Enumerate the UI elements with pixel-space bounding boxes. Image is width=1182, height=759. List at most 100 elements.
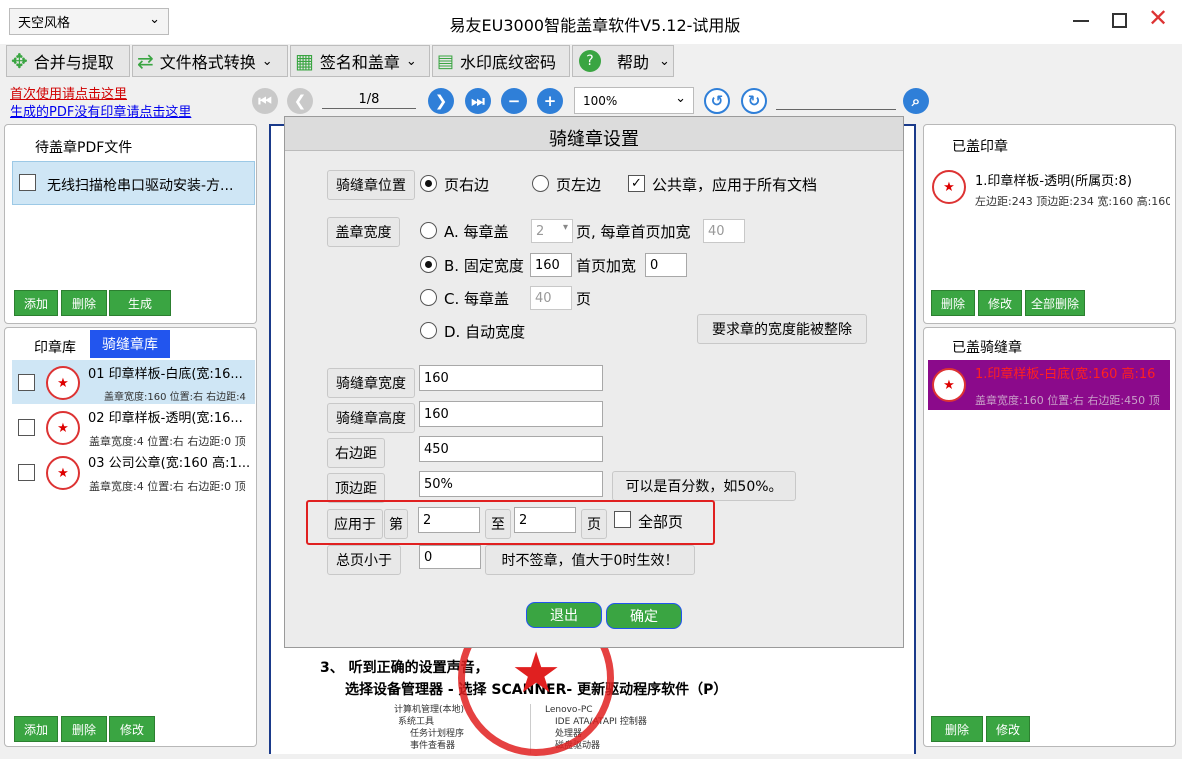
tab-stamps[interactable]: 印章库 <box>28 337 82 357</box>
stamp-checkbox-2[interactable] <box>18 419 35 436</box>
opt-a-extra-input[interactable]: 40 <box>703 219 745 243</box>
opt-b-radio[interactable] <box>420 256 437 273</box>
stamp-modify-button[interactable]: 修改 <box>109 716 155 742</box>
search-icon: ⌕ <box>911 92 921 110</box>
pdf-panel-title: 待盖章PDF文件 <box>35 140 133 156</box>
pos-left-radio[interactable] <box>532 175 549 192</box>
table-icon: ▦ <box>295 49 314 73</box>
right-margin-label: 右边距 <box>327 438 385 468</box>
opt-c-radio[interactable] <box>420 289 437 306</box>
maximize-icon[interactable] <box>1112 13 1127 28</box>
style-select-value: 天空风格 <box>18 16 71 31</box>
stamp-detail-3: 盖章宽度:4 位置:右 右边距:0 顶 <box>89 480 246 493</box>
opt-a-pages-select[interactable]: 2 ▾ <box>531 219 573 243</box>
format-convert-menu[interactable]: ⇄ 文件格式转换 ⌄ <box>132 45 288 77</box>
pos-right-label: 页右边 <box>444 176 490 194</box>
zoom-select[interactable]: 100% ⌄ <box>574 87 694 114</box>
stamped-delete-button[interactable]: 删除 <box>931 290 975 316</box>
right-margin-input[interactable]: 450 <box>419 436 603 462</box>
first-use-link[interactable]: 首次使用请点击这里 <box>10 83 127 102</box>
seam-height-label: 骑缝章高度 <box>327 403 415 433</box>
stamp-title-1[interactable]: 01 印章样板-白底(宽:16... <box>88 363 243 382</box>
zoom-value: 100% <box>583 93 618 108</box>
stamped-item-detail: 左边距:243 顶边距:234 宽:160 高:160 <box>975 195 1170 208</box>
seam-thumbnail: ★ <box>932 368 966 402</box>
prev-page-button[interactable]: ❮ <box>287 88 313 114</box>
stamp-detail-2: 盖章宽度:4 位置:右 右边距:0 顶 <box>89 435 246 448</box>
opt-c-unit: 页 <box>576 290 592 308</box>
ok-button[interactable]: 确定 <box>606 603 682 629</box>
first-page-button[interactable]: ⏮ <box>252 88 278 114</box>
next-page-button[interactable]: ❯ <box>428 88 454 114</box>
stamped-modify-button[interactable]: 修改 <box>978 290 1022 316</box>
watermark-menu[interactable]: ▤ 水印底纹密码 <box>432 45 570 77</box>
public-stamp-checkbox[interactable]: ✓ <box>628 175 645 192</box>
tab-seam-stamps[interactable]: 骑缝章库 <box>90 330 170 358</box>
pdf-generate-button[interactable]: 生成 <box>109 290 171 316</box>
opt-a-label: A. 每章盖 <box>444 223 509 241</box>
no-stamp-link[interactable]: 生成的PDF没有印章请点击这里 <box>10 101 191 120</box>
chevron-down-icon: ⌄ <box>261 53 273 69</box>
sign-stamp-menu[interactable]: ▦ 签名和盖章 ⌄ <box>290 45 430 77</box>
opt-b-extra-input[interactable]: 0 <box>645 253 687 277</box>
stamp-add-button[interactable]: 添加 <box>14 716 58 742</box>
zoom-out-button[interactable]: − <box>501 88 527 114</box>
merge-extract-menu[interactable]: ✥ 合并与提取 <box>6 45 130 77</box>
merge-label: 合并与提取 <box>33 53 114 72</box>
opt-d-label: D. 自动宽度 <box>444 323 526 341</box>
divisible-button[interactable]: 要求章的宽度能被整除 <box>697 314 867 344</box>
document-icon: ▤ <box>437 50 455 72</box>
opt-a-pages-value: 2 <box>536 223 545 239</box>
minimize-icon[interactable] <box>1073 20 1089 22</box>
top-margin-label: 顶边距 <box>327 473 385 503</box>
opt-a-unit: 页, 每章首页加宽 <box>576 223 691 241</box>
pdf-delete-button[interactable]: 删除 <box>61 290 107 316</box>
seam-delete-button[interactable]: 删除 <box>931 716 983 742</box>
stamped-item-title[interactable]: 1.印章样板-透明(所属页:8) <box>975 170 1132 189</box>
stamp-title-2[interactable]: 02 印章样板-透明(宽:16... <box>88 407 243 426</box>
stamp-checkbox-3[interactable] <box>18 464 35 481</box>
search-button[interactable]: ⌕ <box>903 88 929 114</box>
top-margin-input[interactable]: 50% <box>419 471 603 497</box>
stamped-delete-all-button[interactable]: 全部删除 <box>1025 290 1085 316</box>
stamp-title-3[interactable]: 03 公司公章(宽:160 高:1... <box>88 452 250 471</box>
seam-item-detail: 盖章宽度:160 位置:右 右边距:450 顶 <box>975 394 1160 407</box>
pos-right-radio[interactable] <box>420 175 437 192</box>
chevron-down-icon: ▾ <box>562 222 568 233</box>
opt-c-pages-input[interactable]: 40 <box>530 286 572 310</box>
close-icon[interactable]: ✕ <box>1148 4 1168 32</box>
stamp-delete-button[interactable]: 删除 <box>61 716 107 742</box>
exit-button[interactable]: 退出 <box>526 602 602 628</box>
zoom-in-button[interactable]: + <box>537 88 563 114</box>
seam-width-input[interactable]: 160 <box>419 365 603 391</box>
seam-modify-button[interactable]: 修改 <box>986 716 1030 742</box>
opt-b-label: B. 固定宽度 <box>444 257 524 275</box>
stamp-thumbnail-2: ★ <box>46 411 80 445</box>
stamp-detail-1: 盖章宽度:160 位置:右 右边距:4 <box>104 392 246 403</box>
opt-a-radio[interactable] <box>420 222 437 239</box>
pdf-add-button[interactable]: 添加 <box>14 290 58 316</box>
position-label-button[interactable]: 骑缝章位置 <box>327 170 415 200</box>
page-indicator[interactable]: 1/8 <box>322 92 416 109</box>
shuffle-icon: ⇄ <box>137 49 154 73</box>
search-input[interactable] <box>776 90 896 110</box>
opt-d-radio[interactable] <box>420 322 437 339</box>
help-menu[interactable]: ? 帮助 ⌄ <box>572 45 674 77</box>
style-select[interactable]: 天空风格 ⌄ <box>9 8 169 35</box>
seam-height-input[interactable]: 160 <box>419 401 603 427</box>
pdf-file-checkbox[interactable] <box>19 174 36 191</box>
width-label-button[interactable]: 盖章宽度 <box>327 217 400 247</box>
convert-label: 文件格式转换 <box>159 53 256 72</box>
opt-c-label: C. 每章盖 <box>444 290 510 308</box>
help-icon: ? <box>579 50 601 72</box>
last-page-button[interactable]: ⏭ <box>465 88 491 114</box>
total-pages-input[interactable]: 0 <box>419 545 481 569</box>
dialog-title: 骑缝章设置 <box>549 129 639 150</box>
chevron-down-icon: ⌄ <box>659 53 670 69</box>
rotate-left-button[interactable]: ↺ <box>704 88 730 114</box>
opt-b-width-input[interactable]: 160 <box>530 253 572 277</box>
stamp-checkbox-1[interactable] <box>18 374 35 391</box>
watermark-label: 水印底纹密码 <box>460 53 557 72</box>
chevron-down-icon: ⌄ <box>149 12 160 27</box>
rotate-right-button[interactable]: ↻ <box>741 88 767 114</box>
